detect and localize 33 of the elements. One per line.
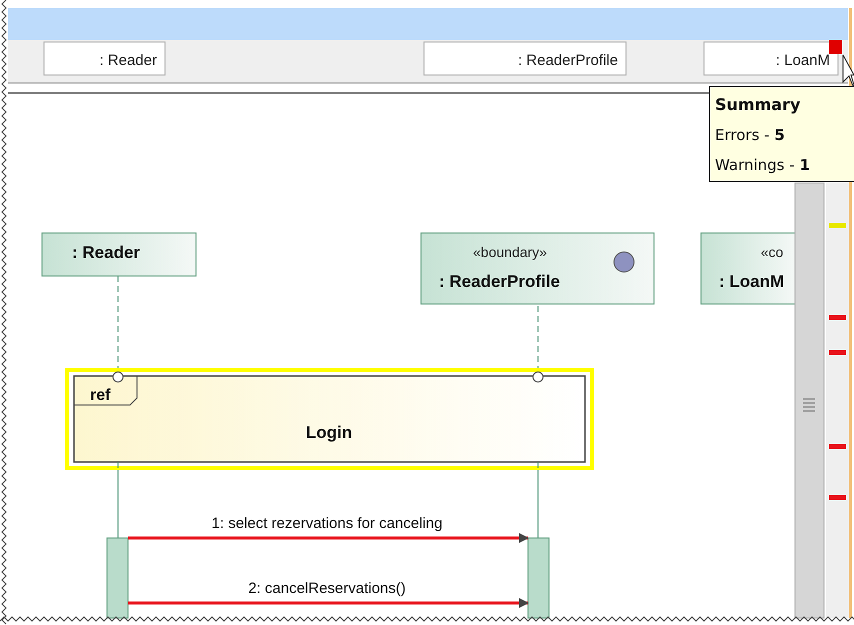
scrollbar-thumb[interactable]	[794, 182, 824, 618]
error-marker[interactable]	[829, 350, 846, 355]
lifeline-name: : LoanM	[719, 272, 784, 291]
message-label: 1: select rezervations for canceling	[212, 515, 442, 532]
lifeline-header[interactable]	[424, 42, 626, 76]
stereotype-label: «co	[760, 244, 784, 260]
tooltip-title: Summary	[715, 94, 802, 116]
connection-point	[532, 372, 544, 382]
lifeline-header-label: : ReaderProfile	[518, 52, 618, 69]
message-arrow[interactable]	[128, 598, 529, 608]
error-marker[interactable]	[829, 444, 846, 449]
ref-name: Login	[306, 423, 352, 442]
lifeline-head[interactable]	[42, 232, 196, 276]
error-marker[interactable]	[829, 315, 846, 320]
lifeline-header-label: : Reader	[99, 52, 157, 69]
error-marker[interactable]	[829, 223, 846, 228]
error-marker[interactable]	[829, 495, 846, 500]
boundary-icon	[614, 252, 634, 272]
ref-frame[interactable]	[73, 375, 586, 463]
lifeline-head[interactable]	[420, 232, 654, 304]
lifeline-header[interactable]	[704, 42, 838, 76]
message-arrow[interactable]	[128, 533, 529, 543]
lifeline-name: : Reader	[72, 243, 140, 262]
message-label: 2: cancelReservations()	[248, 580, 406, 597]
lifeline-header-label: : LoanM	[776, 52, 830, 69]
stereotype-label: «boundary»	[473, 244, 547, 260]
tooltip-line: Warnings - 1	[715, 155, 811, 176]
lifeline-head[interactable]	[700, 232, 796, 304]
lifeline-header[interactable]	[44, 42, 166, 76]
grip-icon	[802, 398, 816, 412]
tooltip-line: Errors - 5	[715, 125, 786, 146]
lifeline-name: : ReaderProfile	[439, 272, 560, 291]
ref-tag: ref	[90, 387, 110, 404]
